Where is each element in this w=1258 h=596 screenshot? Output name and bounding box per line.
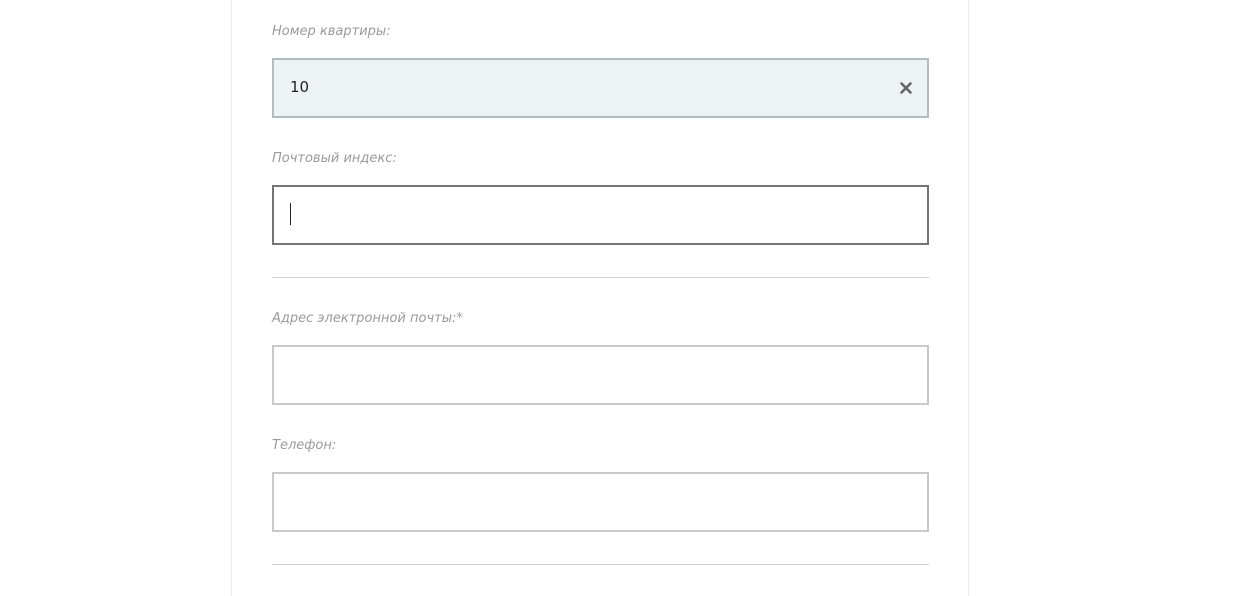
postal-code-input[interactable] xyxy=(272,185,929,245)
email-label: Адрес электронной почты:* xyxy=(272,311,463,326)
text-caret xyxy=(290,203,291,225)
section-divider xyxy=(272,564,929,565)
email-input[interactable] xyxy=(272,345,929,405)
postal-code-label: Почтовый индекс: xyxy=(272,151,397,166)
apartment-label: Номер квартиры: xyxy=(272,24,391,39)
phone-label: Телефон: xyxy=(272,438,337,453)
phone-input[interactable] xyxy=(272,472,929,532)
apartment-input[interactable]: 10 xyxy=(272,58,929,118)
section-divider xyxy=(272,277,929,278)
close-icon[interactable] xyxy=(897,79,915,97)
apartment-value: 10 xyxy=(290,78,310,96)
